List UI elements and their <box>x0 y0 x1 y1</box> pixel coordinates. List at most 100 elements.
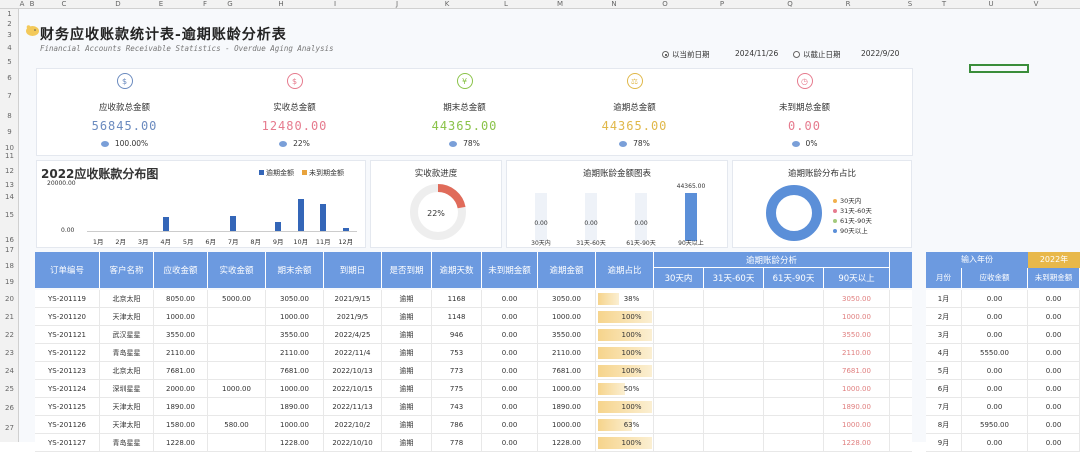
side-cell[interactable]: 3月 <box>926 326 962 344</box>
row-header-15[interactable]: 15 <box>0 211 19 219</box>
row-header-7[interactable]: 7 <box>0 92 19 100</box>
row-header-18[interactable]: 18 <box>0 262 19 270</box>
table-cell[interactable] <box>208 308 266 326</box>
table-cell[interactable] <box>208 344 266 362</box>
selected-cell[interactable] <box>969 64 1029 73</box>
table-row[interactable]: YS-201123 北京太阳 7681.00 7681.00 2022/10/13 逾期 7… <box>35 362 912 380</box>
table-cell[interactable] <box>654 290 704 308</box>
row-header-11[interactable]: 11 <box>0 152 19 160</box>
table-cell[interactable]: 2110.00 <box>154 344 208 362</box>
row-header-12[interactable]: 12 <box>0 167 19 175</box>
table-cell[interactable]: 2022/10/15 <box>324 380 382 398</box>
table-cell[interactable]: 青岛星星 <box>100 344 154 362</box>
table-cell[interactable]: 1000.00 <box>266 308 324 326</box>
side-cell[interactable]: 0.00 <box>1028 290 1080 308</box>
table-cell[interactable]: 100% <box>596 308 654 326</box>
column-header-M[interactable]: M <box>552 0 568 9</box>
table-cell[interactable]: 1000.00 <box>266 416 324 434</box>
side-cell[interactable]: 0.00 <box>962 362 1028 380</box>
aging-group-header[interactable]: 逾期账龄分析 <box>654 252 890 268</box>
table-cell[interactable]: 0.00 <box>482 398 538 416</box>
row-header-21[interactable]: 21 <box>0 313 19 321</box>
table-row[interactable]: YS-201120 天津太阳 1000.00 1000.00 2021/9/5 逾期 114… <box>35 308 912 326</box>
col-header[interactable]: 逾期金额 <box>538 252 596 288</box>
table-row[interactable]: YS-201121 武汉星星 3550.00 3550.00 2022/4/25 逾期 94… <box>35 326 912 344</box>
table-cell[interactable]: 1168 <box>432 290 482 308</box>
table-cell[interactable]: 946 <box>432 326 482 344</box>
side-cell[interactable]: 2月 <box>926 308 962 326</box>
table-cell[interactable]: YS-201126 <box>35 416 100 434</box>
side-cell[interactable]: 1月 <box>926 290 962 308</box>
table-cell[interactable]: 深圳星星 <box>100 380 154 398</box>
col-header[interactable]: 到期日 <box>324 252 382 288</box>
row-header-9[interactable]: 9 <box>0 128 19 136</box>
table-cell[interactable]: 38% <box>596 290 654 308</box>
table-cell[interactable]: 50% <box>596 380 654 398</box>
column-header-T[interactable]: T <box>936 0 952 9</box>
table-row[interactable]: YS-201124 深圳星星 2000.00 1000.00 1000.00 2022/1… <box>35 380 912 398</box>
row-header-20[interactable]: 20 <box>0 295 19 303</box>
table-cell[interactable] <box>208 434 266 452</box>
row-header-26[interactable]: 26 <box>0 404 19 412</box>
side-cell[interactable]: 0.00 <box>1028 344 1080 362</box>
table-cell[interactable]: 1000.00 <box>538 416 596 434</box>
column-header-U[interactable]: U <box>983 0 999 9</box>
row-header-5[interactable]: 5 <box>0 58 19 66</box>
table-cell[interactable]: 2000.00 <box>154 380 208 398</box>
side-cell[interactable]: 8月 <box>926 416 962 434</box>
table-cell[interactable]: 1890.00 <box>266 398 324 416</box>
table-cell[interactable]: 逾期 <box>382 434 432 452</box>
table-cell[interactable]: 1228.00 <box>266 434 324 452</box>
table-cell[interactable] <box>764 416 824 434</box>
table-cell[interactable] <box>764 434 824 452</box>
table-cell[interactable]: YS-201125 <box>35 398 100 416</box>
table-cell[interactable]: 逾期 <box>382 416 432 434</box>
row-header-13[interactable]: 13 <box>0 181 19 189</box>
table-cell[interactable]: 1000.00 <box>266 380 324 398</box>
table-cell[interactable]: 2022/10/2 <box>324 416 382 434</box>
side-cell[interactable]: 5950.00 <box>962 416 1028 434</box>
table-cell[interactable]: 1148 <box>432 308 482 326</box>
row-header-25[interactable]: 25 <box>0 385 19 393</box>
table-cell[interactable]: YS-201123 <box>35 362 100 380</box>
table-row[interactable]: YS-201126 天津太阳 1580.00 580.00 1000.00 2022/10… <box>35 416 912 434</box>
table-cell[interactable]: 0.00 <box>482 434 538 452</box>
table-cell[interactable] <box>208 326 266 344</box>
side-cell[interactable]: 4月 <box>926 344 962 362</box>
side-cell[interactable]: 0.00 <box>1028 326 1080 344</box>
table-cell[interactable]: 1000.00 <box>824 416 890 434</box>
radio-selected-icon[interactable] <box>662 51 669 58</box>
table-cell[interactable]: 3550.00 <box>154 326 208 344</box>
table-cell[interactable] <box>764 362 824 380</box>
side-cell[interactable]: 0.00 <box>962 380 1028 398</box>
table-cell[interactable]: 3550.00 <box>266 326 324 344</box>
col-header[interactable]: 是否到期 <box>382 252 432 288</box>
row-header-24[interactable]: 24 <box>0 367 19 375</box>
row-header-17[interactable]: 17 <box>0 246 19 254</box>
table-cell[interactable]: 8050.00 <box>154 290 208 308</box>
table-cell[interactable]: 1000.00 <box>208 380 266 398</box>
table-cell[interactable]: 天津太阳 <box>100 398 154 416</box>
table-row[interactable]: YS-201119 北京太阳 8050.00 5000.00 3050.00 2021/9… <box>35 290 912 308</box>
aging-col-header[interactable]: 30天内 <box>654 268 704 288</box>
cutoff-date-value[interactable]: 2022/9/20 <box>861 49 899 58</box>
table-cell[interactable]: 0.00 <box>482 380 538 398</box>
table-cell[interactable]: 1890.00 <box>154 398 208 416</box>
table-cell[interactable]: 逾期 <box>382 398 432 416</box>
table-cell[interactable]: YS-201122 <box>35 344 100 362</box>
table-cell[interactable] <box>764 380 824 398</box>
table-cell[interactable]: 1000.00 <box>154 308 208 326</box>
table-cell[interactable]: 1000.00 <box>538 308 596 326</box>
table-cell[interactable]: 0.00 <box>482 344 538 362</box>
side-cell[interactable]: 0.00 <box>1028 416 1080 434</box>
row-header-6[interactable]: 6 <box>0 74 19 82</box>
table-cell[interactable]: 0.00 <box>482 416 538 434</box>
table-cell[interactable]: 逾期 <box>382 290 432 308</box>
col-header[interactable]: 客户名称 <box>100 252 154 288</box>
table-cell[interactable]: YS-201127 <box>35 434 100 452</box>
table-cell[interactable]: 1000.00 <box>538 380 596 398</box>
table-cell[interactable]: 100% <box>596 344 654 362</box>
table-cell[interactable] <box>704 344 764 362</box>
table-cell[interactable]: 2022/10/13 <box>324 362 382 380</box>
table-cell[interactable]: YS-201124 <box>35 380 100 398</box>
